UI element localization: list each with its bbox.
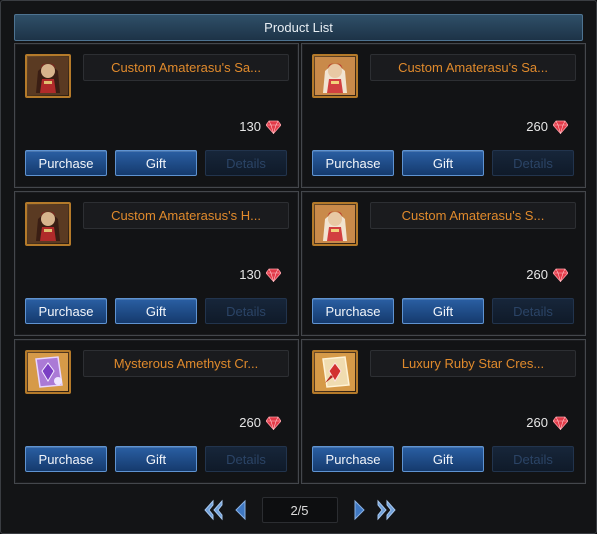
ruby-gem-icon [266, 268, 281, 282]
costume-dark-icon [28, 205, 68, 243]
price: 260 [526, 119, 568, 134]
purchase-button[interactable]: Purchase [312, 446, 394, 472]
purchase-button[interactable]: Purchase [312, 298, 394, 324]
price: 130 [239, 267, 281, 282]
prev-page-button[interactable] [229, 497, 251, 523]
action-buttons: Purchase Gift Details [25, 446, 289, 472]
amethyst-crest-icon [28, 353, 68, 391]
gift-button[interactable]: Gift [402, 150, 484, 176]
purchase-button[interactable]: Purchase [25, 446, 107, 472]
details-button: Details [205, 446, 287, 472]
gift-button[interactable]: Gift [115, 298, 197, 324]
item-icon[interactable] [312, 54, 358, 98]
next-page-button[interactable] [349, 497, 371, 523]
price: 260 [239, 415, 281, 430]
action-buttons: Purchase Gift Details [25, 298, 289, 324]
product-name: Custom Amaterasu's Sa... [370, 54, 576, 81]
details-button: Details [492, 446, 574, 472]
chevron-left-icon [234, 499, 245, 521]
costume-white-icon [315, 205, 355, 243]
product-card-1: Custom Amaterasu's Sa... 130 Purchase Gi… [14, 43, 299, 188]
purchase-button[interactable]: Purchase [25, 150, 107, 176]
purchase-button[interactable]: Purchase [312, 150, 394, 176]
action-buttons: Purchase Gift Details [25, 150, 289, 176]
gift-button[interactable]: Gift [402, 446, 484, 472]
price-value: 260 [526, 267, 548, 282]
price-value: 130 [239, 119, 261, 134]
price: 260 [526, 415, 568, 430]
details-button: Details [492, 150, 574, 176]
price-value: 130 [239, 267, 261, 282]
item-icon[interactable] [25, 350, 71, 394]
gift-button[interactable]: Gift [115, 446, 197, 472]
costume-white-icon [315, 57, 355, 95]
product-name: Luxury Ruby Star Cres... [370, 350, 576, 377]
price-value: 260 [526, 415, 548, 430]
ruby-crest-icon [315, 353, 355, 391]
product-name: Custom Amaterasu's S... [370, 202, 576, 229]
ruby-gem-icon [553, 268, 568, 282]
gift-button[interactable]: Gift [115, 150, 197, 176]
ruby-gem-icon [553, 416, 568, 430]
price-value: 260 [526, 119, 548, 134]
price: 260 [526, 267, 568, 282]
chevron-right-icon [354, 499, 365, 521]
ruby-gem-icon [266, 120, 281, 134]
window-title: Product List [14, 14, 583, 41]
item-icon[interactable] [25, 54, 71, 98]
product-card-2: Custom Amaterasu's Sa... 260 Purchase Gi… [301, 43, 586, 188]
price: 130 [239, 119, 281, 134]
ruby-gem-icon [553, 120, 568, 134]
product-grid: Custom Amaterasu's Sa... 130 Purchase Gi… [14, 43, 586, 484]
double-chevron-left-icon [203, 499, 222, 521]
page-indicator: 2/5 [261, 497, 338, 523]
action-buttons: Purchase Gift Details [312, 446, 576, 472]
pagination: 2/5 [1, 495, 597, 525]
double-chevron-right-icon [377, 499, 396, 521]
details-button: Details [492, 298, 574, 324]
costume-dark-icon [28, 57, 68, 95]
purchase-button[interactable]: Purchase [25, 298, 107, 324]
last-page-button[interactable] [376, 497, 398, 523]
product-name: Mysterous Amethyst Cr... [83, 350, 289, 377]
details-button: Details [205, 298, 287, 324]
product-card-4: Custom Amaterasu's S... 260 Purchase Gif… [301, 191, 586, 336]
product-list-window: Product List Custom Amaterasu's Sa... 13… [0, 0, 597, 534]
gift-button[interactable]: Gift [402, 298, 484, 324]
price-value: 260 [239, 415, 261, 430]
action-buttons: Purchase Gift Details [312, 298, 576, 324]
details-button: Details [205, 150, 287, 176]
item-icon[interactable] [25, 202, 71, 246]
first-page-button[interactable] [202, 497, 224, 523]
product-card-3: Custom Amaterasus's H... 130 Purchase Gi… [14, 191, 299, 336]
item-icon[interactable] [312, 202, 358, 246]
product-name: Custom Amaterasu's Sa... [83, 54, 289, 81]
ruby-gem-icon [266, 416, 281, 430]
item-icon[interactable] [312, 350, 358, 394]
product-card-5: Mysterous Amethyst Cr... 260 Purchase Gi… [14, 339, 299, 484]
product-name: Custom Amaterasus's H... [83, 202, 289, 229]
action-buttons: Purchase Gift Details [312, 150, 576, 176]
product-card-6: Luxury Ruby Star Cres... 260 Purchase Gi… [301, 339, 586, 484]
